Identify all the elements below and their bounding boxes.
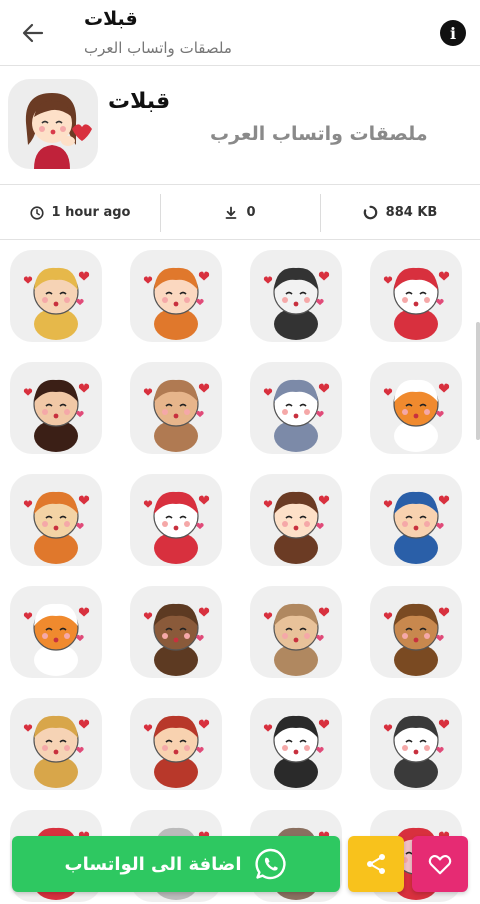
sticker-panda-with-lips[interactable] xyxy=(250,698,342,790)
download-icon xyxy=(226,206,237,219)
sticker-bear-kiss[interactable] xyxy=(130,586,222,678)
sticker-brunette-girl-kiss[interactable] xyxy=(10,362,102,454)
girl-kiss-sticker xyxy=(25,93,92,169)
sticker-image xyxy=(143,267,210,340)
sticker-panda-girl-bat[interactable] xyxy=(250,250,342,342)
sticker-image xyxy=(383,491,450,564)
sticker-chihuahua-with-hearts[interactable] xyxy=(250,586,342,678)
sticker-image xyxy=(263,603,330,676)
heart-icon xyxy=(428,854,452,875)
sticker-image xyxy=(143,715,210,788)
sticker-image xyxy=(383,267,450,340)
sticker-fox-with-hearts[interactable] xyxy=(370,362,462,454)
sticker-seal-with-hearts[interactable] xyxy=(130,474,222,566)
info-icon: i xyxy=(449,23,457,43)
pack-header: قبلات ملصقات واتساب العرب xyxy=(0,67,480,185)
sticker-woman-blowing-kiss[interactable] xyxy=(10,698,102,790)
sticker-image xyxy=(383,603,450,676)
sticker-image xyxy=(143,491,210,564)
sticker-image xyxy=(263,715,330,788)
sticker-image xyxy=(23,491,90,564)
pack-stats: 1 hour ago 0 884 KB xyxy=(0,186,480,240)
share-button[interactable] xyxy=(348,836,404,892)
sticker-image xyxy=(23,715,90,788)
downloads-count: 0 xyxy=(246,205,256,220)
sticker-rooster-kiss[interactable] xyxy=(10,474,102,566)
back-button[interactable] xyxy=(14,14,52,52)
sticker-image xyxy=(263,267,330,340)
sticker-image xyxy=(383,379,450,452)
sticker-seal-blowing-hearts[interactable] xyxy=(370,250,462,342)
pack-publisher: ملصقات واتساب العرب xyxy=(210,123,428,145)
circle-progress-icon xyxy=(363,205,377,220)
sticker-image xyxy=(23,603,90,676)
clock-icon xyxy=(29,205,44,220)
sticker-girl-with-lollipop[interactable] xyxy=(130,698,222,790)
sticker-boy-with-hearts[interactable] xyxy=(370,474,462,566)
share-icon xyxy=(367,854,385,874)
size-text: 884 KB xyxy=(385,205,438,220)
sticker-image xyxy=(143,379,210,452)
pack-title: قبلات xyxy=(108,89,171,114)
app-bar-title: قبلات xyxy=(84,8,138,30)
sticker-fox-kiss[interactable] xyxy=(10,586,102,678)
sticker-bunny-girl-kiss[interactable] xyxy=(130,362,222,454)
info-button[interactable]: i xyxy=(440,20,466,46)
app-bar-subtitle: ملصقات واتساب العرب xyxy=(84,39,232,57)
stat-updated: 1 hour ago xyxy=(0,186,160,239)
sticker-girl-kiss[interactable] xyxy=(250,474,342,566)
sticker-grid xyxy=(0,240,480,904)
sticker-image xyxy=(23,379,90,452)
sticker-image xyxy=(263,491,330,564)
stat-size: 884 KB xyxy=(320,186,480,239)
sticker-image xyxy=(263,379,330,452)
sticker-ice-princess[interactable] xyxy=(10,250,102,342)
sticker-pack-screen: قبلات ملصقات واتساب العرب i قبلات ملصقات… xyxy=(0,0,480,904)
sticker-wolf-girl-kiss[interactable] xyxy=(250,362,342,454)
add-to-whatsapp-button[interactable]: اضافة الى الواتساب xyxy=(12,836,340,892)
add-to-whatsapp-label: اضافة الى الواتساب xyxy=(64,853,242,875)
favorite-button[interactable] xyxy=(412,836,468,892)
pack-tray-image xyxy=(8,79,98,169)
app-bar: قبلات ملصقات واتساب العرب i xyxy=(0,0,480,66)
sticker-image xyxy=(143,603,210,676)
scrollbar[interactable] xyxy=(476,322,480,440)
updated-text: 1 hour ago xyxy=(51,205,131,220)
arrow-left-icon xyxy=(22,23,44,43)
sticker-redhead-girl-kiss[interactable] xyxy=(130,250,222,342)
sticker-husky-with-hearts[interactable] xyxy=(370,698,462,790)
sticker-reindeer-kiss[interactable] xyxy=(370,586,462,678)
stat-downloads: 0 xyxy=(160,186,320,239)
sticker-image xyxy=(383,715,450,788)
sticker-image xyxy=(23,267,90,340)
whatsapp-icon xyxy=(254,848,286,880)
